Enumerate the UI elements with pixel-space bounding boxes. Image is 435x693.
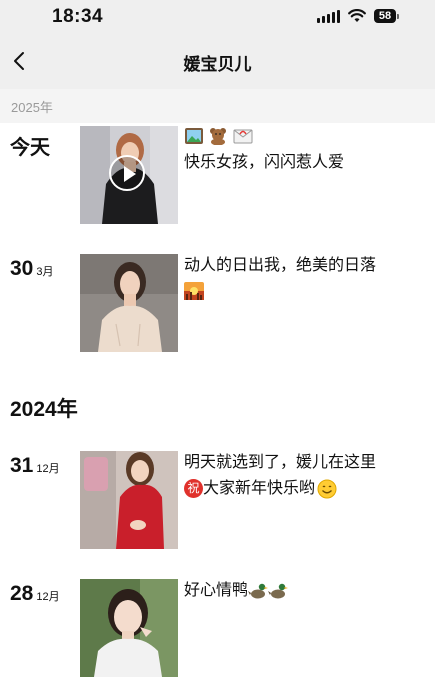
post-text: 动人的日出我，绝美的日落 xyxy=(184,257,377,274)
post-text: 快乐女孩，闪闪惹人爱 xyxy=(184,154,345,171)
post-text: 好心情鸭 xyxy=(184,582,249,599)
status-bar: 18:34 58 xyxy=(0,0,435,34)
envelope-emoji xyxy=(233,129,253,144)
battery-icon: 58 xyxy=(374,9,399,23)
nav-bar: 媛宝贝儿 xyxy=(0,34,435,89)
post-photo-thumbnail[interactable] xyxy=(80,254,178,352)
page-title: 媛宝贝儿 xyxy=(183,55,252,74)
post-month: 12月 xyxy=(36,591,60,603)
post-text-row: 好心情鸭 xyxy=(184,579,414,603)
teddy-bear-emoji xyxy=(210,127,227,145)
post-day: 30 xyxy=(10,257,34,280)
year-section-header-label: 2025年 xyxy=(11,100,53,115)
post-photo-thumbnail[interactable] xyxy=(80,579,178,677)
status-time: 18:34 xyxy=(52,6,104,27)
picture-emoji xyxy=(185,127,203,144)
photo-woman-red-dress xyxy=(80,451,178,549)
sunset-emoji xyxy=(184,281,204,300)
post-video-thumbnail[interactable] xyxy=(80,126,178,224)
post-text-line1: 明天就选到了，媛儿在这里 xyxy=(184,454,377,471)
post-date: 31 12月 xyxy=(10,454,60,478)
status-icons: 58 xyxy=(317,8,399,24)
festive-badge-emoji: 祝 xyxy=(184,479,203,499)
post-date-today: 今天 xyxy=(10,137,50,159)
photo-woman-white-shirt xyxy=(80,579,178,677)
post-day: 28 xyxy=(10,582,34,605)
photo-woman-beige-top xyxy=(80,254,178,352)
duck-emoji xyxy=(268,583,289,599)
post-emoji-row xyxy=(184,279,414,303)
duck-emoji xyxy=(248,583,269,599)
year-section-header: 2025年 xyxy=(0,89,435,123)
post-text-line2: 大家新年快乐哟 xyxy=(203,480,316,497)
post-month: 12月 xyxy=(36,463,60,475)
signal-icon xyxy=(317,9,340,23)
play-icon[interactable] xyxy=(109,155,145,191)
post-date: 30 3月 xyxy=(10,257,53,281)
moments-timeline: 今天 快乐女孩，闪闪惹人爱 30 3月 动人的日出我，绝美的日落 2024年 3… xyxy=(0,123,435,693)
battery-level: 58 xyxy=(374,9,396,23)
wifi-icon xyxy=(348,9,366,22)
smile-emoji xyxy=(317,479,337,499)
post-month: 3月 xyxy=(36,266,54,278)
year-label: 2024年 xyxy=(10,398,78,421)
post-date: 28 12月 xyxy=(10,582,60,606)
post-photo-thumbnail[interactable] xyxy=(80,451,178,549)
post-day: 31 xyxy=(10,454,34,477)
post-text-line2-row: 祝大家新年快乐哟 xyxy=(184,477,414,501)
post-emoji-row xyxy=(184,124,414,148)
